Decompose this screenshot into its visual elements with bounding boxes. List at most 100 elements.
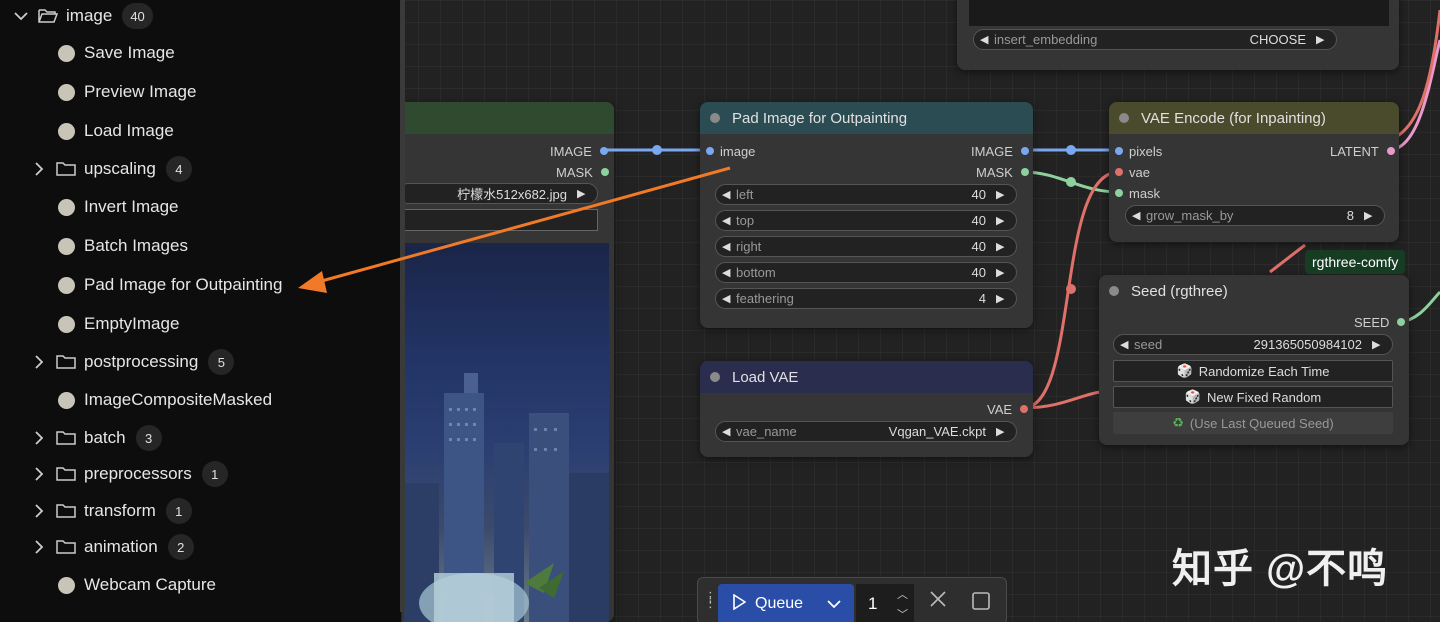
arrow-right-icon[interactable]: ▶	[1372, 338, 1384, 351]
tree-folder-upscaling[interactable]: upscaling 4	[30, 154, 192, 184]
chevron-down-icon[interactable]	[12, 7, 30, 25]
arrow-left-icon[interactable]: ◀	[1132, 209, 1144, 222]
vae-encode-output-latent[interactable]: LATENT	[1330, 143, 1395, 159]
mask-output-port[interactable]	[1020, 168, 1029, 176]
arrow-left-icon[interactable]: ◀	[722, 188, 734, 201]
arrow-right-icon[interactable]: ▶	[577, 187, 589, 200]
load-image-title-bar[interactable]	[380, 102, 614, 134]
pad-image-input-image[interactable]: image	[706, 143, 755, 159]
arrow-left-icon[interactable]: ◀	[980, 33, 992, 46]
chevron-right-icon[interactable]	[30, 160, 48, 178]
image-output-port[interactable]	[599, 147, 608, 155]
image-output-port[interactable]	[1020, 147, 1029, 155]
pad-feathering-number[interactable]: ◀ feathering 4 ▶	[715, 288, 1017, 309]
upload-button[interactable]	[398, 209, 598, 231]
tree-node-item[interactable]: ImageCompositeMasked	[58, 385, 272, 415]
collapse-dot-icon[interactable]	[1109, 286, 1119, 296]
new-fixed-random-button[interactable]: 🎲 New Fixed Random	[1113, 386, 1393, 408]
vae-output-port[interactable]	[1020, 405, 1029, 413]
queue-button[interactable]: Queue	[718, 584, 854, 622]
stepper-down-icon[interactable]: ﹀	[897, 606, 908, 622]
vae-encode-title-bar[interactable]: VAE Encode (for Inpainting)	[1109, 102, 1399, 134]
collapse-dot-icon[interactable]	[710, 372, 720, 382]
image-file-combo[interactable]: 柠檬水512x682.jpg ▶	[398, 183, 598, 204]
tree-folder-transform[interactable]: transform 1	[30, 496, 192, 526]
pad-bottom-number[interactable]: ◀ bottom 40 ▶	[715, 262, 1017, 283]
pad-left-number[interactable]: ◀ left 40 ▶	[715, 184, 1017, 205]
tree-folder-batch[interactable]: batch 3	[30, 423, 162, 453]
arrow-left-icon[interactable]: ◀	[722, 266, 734, 279]
arrow-left-icon[interactable]: ◀	[1120, 338, 1132, 351]
collapse-dot-icon[interactable]	[710, 113, 720, 123]
arrow-right-icon[interactable]: ▶	[996, 266, 1008, 279]
arrow-right-icon[interactable]: ▶	[996, 214, 1008, 227]
prompt-textarea[interactable]	[969, 0, 1389, 26]
load-vae-output-vae[interactable]: VAE	[987, 401, 1029, 417]
arrow-right-icon[interactable]: ▶	[1316, 33, 1328, 46]
drag-handle-icon[interactable]: ⋮ ⋮	[704, 590, 717, 609]
arrow-left-icon[interactable]: ◀	[722, 425, 734, 438]
tree-folder-animation[interactable]: animation 2	[30, 532, 194, 562]
arrow-right-icon[interactable]: ▶	[996, 292, 1008, 305]
seed-node[interactable]: Seed (rgthree) SEED ◀ seed 2913650509841…	[1099, 275, 1409, 445]
chevron-right-icon[interactable]	[30, 502, 48, 520]
tree-node-item[interactable]: Invert Image	[58, 192, 179, 222]
arrow-left-icon[interactable]: ◀	[722, 292, 734, 305]
latent-output-port[interactable]	[1386, 147, 1395, 155]
vae-name-combo[interactable]: ◀ vae_name Vqgan_VAE.ckpt ▶	[715, 421, 1017, 442]
pad-image-output-image[interactable]: IMAGE	[971, 143, 1029, 159]
seed-number[interactable]: ◀ seed 291365050984102 ▶	[1113, 334, 1393, 355]
chevron-right-icon[interactable]	[30, 353, 48, 371]
chevron-right-icon[interactable]	[30, 429, 48, 447]
tree-node-item[interactable]: EmptyImage	[58, 309, 179, 339]
seed-output-seed[interactable]: SEED	[1354, 314, 1406, 330]
tree-node-item[interactable]: Load Image	[58, 116, 174, 146]
arrow-right-icon[interactable]: ▶	[1364, 209, 1376, 222]
tree-folder-preprocessors[interactable]: preprocessors 1	[30, 459, 228, 489]
sidebar-scrollbar[interactable]	[400, 0, 405, 612]
tree-node-item[interactable]: Preview Image	[58, 77, 196, 107]
load-vae-node[interactable]: Load VAE VAE ◀ vae_name Vqgan_VAE.ckpt ▶	[700, 361, 1033, 457]
chevron-right-icon[interactable]	[30, 465, 48, 483]
stepper-up-icon[interactable]: ︿	[897, 586, 908, 602]
image-input-port[interactable]	[706, 147, 714, 155]
seed-title-bar[interactable]: Seed (rgthree)	[1099, 275, 1409, 307]
tree-node-item[interactable]: Pad Image for Outpainting	[58, 270, 282, 300]
text-encode-node[interactable]: ◀ insert_embedding CHOOSE ▶	[957, 0, 1399, 70]
load-image-node[interactable]: IMAGE MASK 柠檬水512x682.jpg ▶	[380, 102, 614, 622]
pad-image-title-bar[interactable]: Pad Image for Outpainting	[700, 102, 1033, 134]
tree-folder-postprocessing[interactable]: postprocessing 5	[30, 347, 235, 377]
mask-output-port[interactable]	[600, 168, 609, 176]
arrow-left-icon[interactable]: ◀	[722, 214, 734, 227]
pad-top-number[interactable]: ◀ top 40 ▶	[715, 210, 1017, 231]
vae-encode-input-vae[interactable]: vae	[1115, 164, 1150, 180]
pixels-input-port[interactable]	[1115, 147, 1123, 155]
chevron-right-icon[interactable]	[30, 538, 48, 556]
pad-image-output-mask[interactable]: MASK	[976, 164, 1029, 180]
vae-input-port[interactable]	[1115, 168, 1123, 176]
vae-encode-node[interactable]: VAE Encode (for Inpainting) pixels vae m…	[1109, 102, 1399, 242]
load-vae-title-bar[interactable]: Load VAE	[700, 361, 1033, 393]
use-last-queued-seed-button[interactable]: ♻ (Use Last Queued Seed)	[1113, 412, 1393, 434]
collapse-dot-icon[interactable]	[1119, 113, 1129, 123]
pad-image-node[interactable]: Pad Image for Outpainting image IMAGE MA…	[700, 102, 1033, 328]
batch-count-input[interactable]: 1 ︿ ﹀	[856, 584, 914, 622]
arrow-right-icon[interactable]: ▶	[996, 425, 1008, 438]
chevron-down-icon[interactable]	[826, 597, 842, 615]
pad-right-number[interactable]: ◀ right 40 ▶	[715, 236, 1017, 257]
grow-mask-by-number[interactable]: ◀ grow_mask_by 8 ▶	[1125, 205, 1385, 226]
stop-icon[interactable]	[972, 592, 990, 615]
tree-node-item[interactable]: Save Image	[58, 38, 175, 68]
arrow-left-icon[interactable]: ◀	[722, 240, 734, 253]
load-image-output-mask[interactable]: MASK	[556, 164, 609, 180]
seed-output-port[interactable]	[1397, 318, 1406, 326]
arrow-right-icon[interactable]: ▶	[996, 188, 1008, 201]
tree-node-item[interactable]: Webcam Capture	[58, 570, 216, 600]
randomize-each-time-button[interactable]: 🎲 Randomize Each Time	[1113, 360, 1393, 382]
load-image-output-image[interactable]: IMAGE	[550, 143, 608, 159]
vae-encode-input-pixels[interactable]: pixels	[1115, 143, 1162, 159]
tree-folder-image[interactable]: image 40	[12, 1, 153, 31]
arrow-right-icon[interactable]: ▶	[996, 240, 1008, 253]
mask-input-port[interactable]	[1115, 189, 1123, 197]
insert-embedding-combo[interactable]: ◀ insert_embedding CHOOSE ▶	[973, 29, 1337, 50]
